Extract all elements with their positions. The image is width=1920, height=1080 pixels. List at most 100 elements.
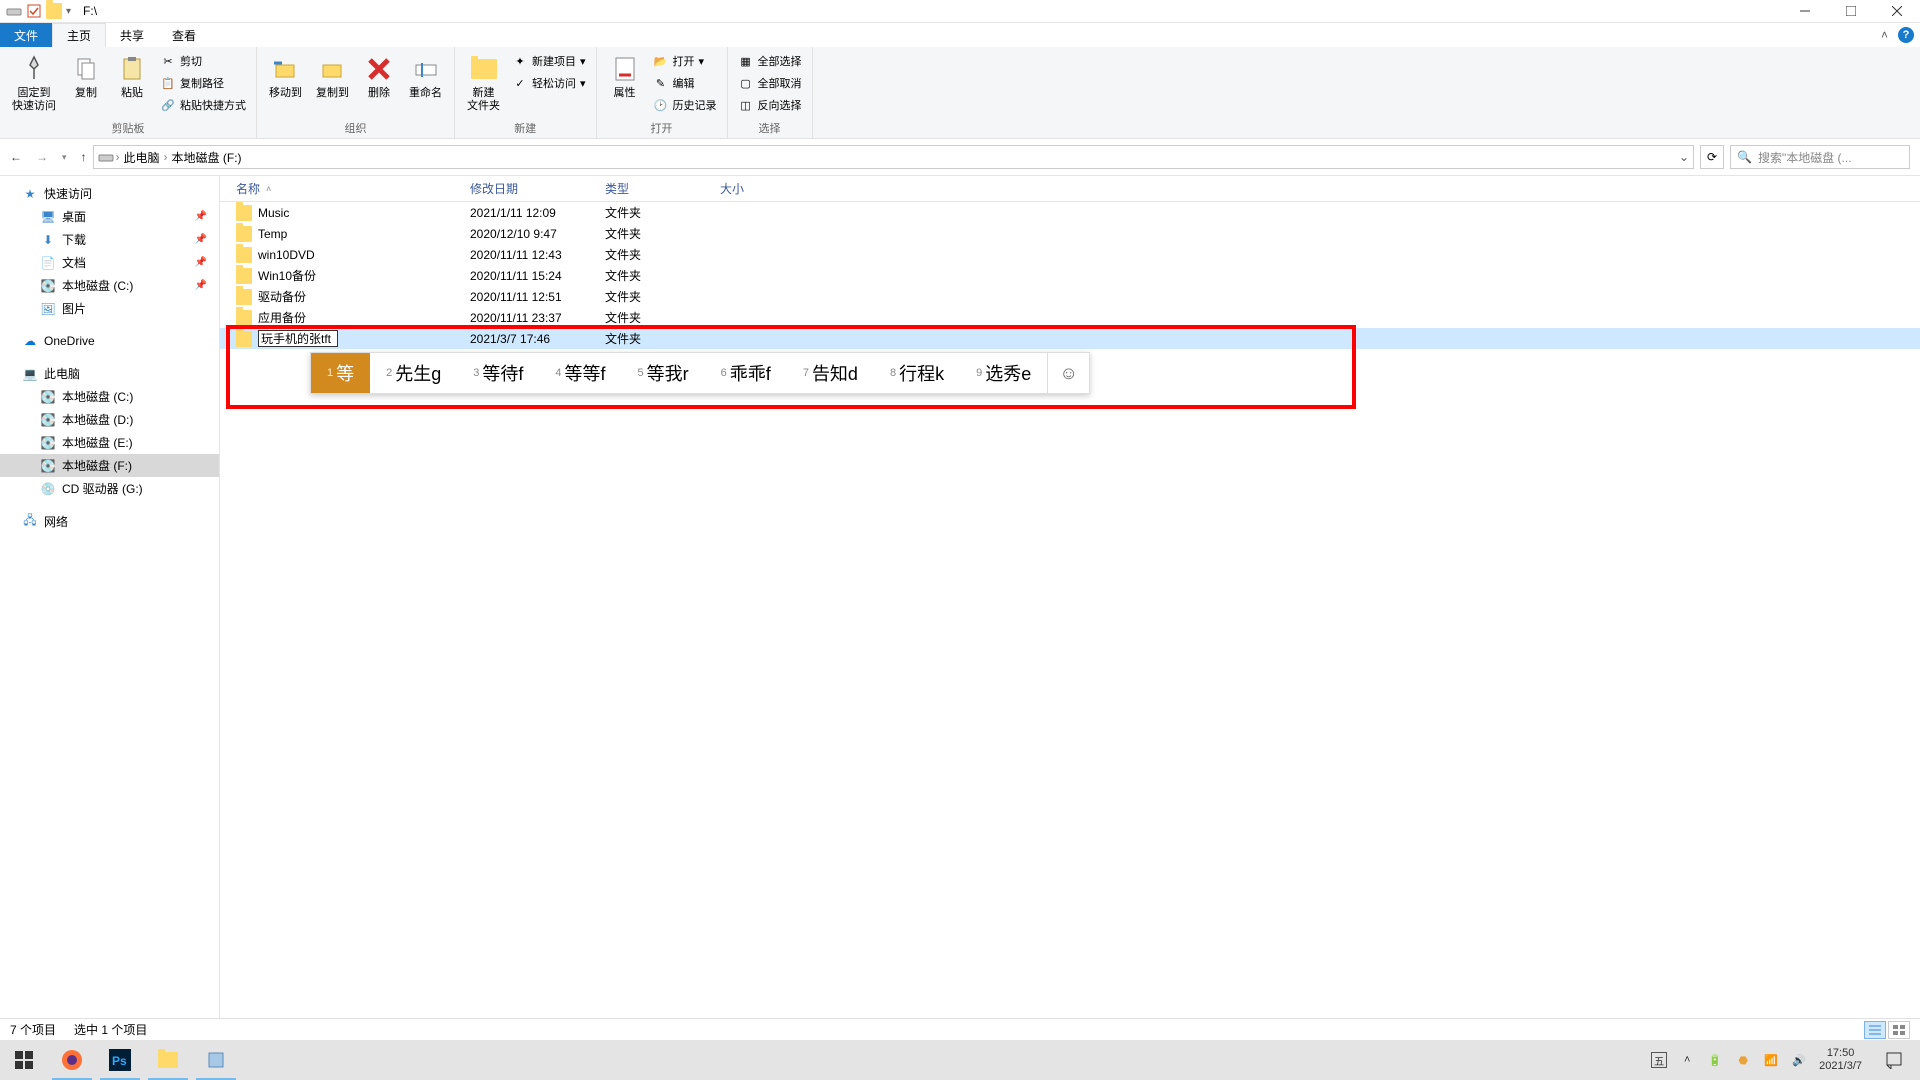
nav-thispc[interactable]: 💻此电脑 [0, 362, 219, 385]
moveto-button[interactable]: 移动到 [263, 49, 308, 104]
col-type-header[interactable]: 类型 [605, 180, 720, 197]
pin-quick-access-button[interactable]: 固定到 快速访问 [6, 49, 62, 117]
file-row[interactable]: Win10备份2020/11/11 15:24文件夹 [220, 265, 1920, 286]
ime-candidate-3[interactable]: 3等待f [457, 353, 539, 393]
tray-overflow-icon[interactable]: ˄ [1679, 1052, 1695, 1068]
copypath-icon: 📋 [160, 75, 176, 91]
rename-input[interactable] [258, 330, 338, 347]
ime-emoji-button[interactable]: ☺ [1047, 353, 1089, 393]
crumb-drive[interactable]: 本地磁盘 (F:) [170, 149, 244, 166]
minimize-button[interactable] [1782, 0, 1828, 23]
file-row-renaming[interactable]: 2021/3/7 17:46 文件夹 [220, 328, 1920, 349]
rename-button[interactable]: 重命名 [403, 49, 448, 104]
col-name-header[interactable]: 名称 [236, 180, 260, 197]
volume-icon[interactable]: 🔊 [1791, 1052, 1807, 1068]
nav-cd-drive[interactable]: 💿CD 驱动器 (G:) [0, 477, 219, 500]
chevron-right-icon[interactable]: › [162, 150, 170, 164]
tab-home[interactable]: 主页 [52, 23, 106, 47]
back-button[interactable]: ← [10, 150, 22, 164]
file-row[interactable]: win10DVD2020/11/11 12:43文件夹 [220, 244, 1920, 265]
search-input[interactable]: 🔍 搜索"本地磁盘 (... [1730, 145, 1910, 169]
clock[interactable]: 17:50 2021/3/7 [1819, 1047, 1862, 1073]
taskbar-explorer[interactable] [144, 1040, 192, 1080]
ime-candidate-8[interactable]: 8行程k [874, 353, 960, 393]
nav-pictures[interactable]: 🖼图片 [0, 297, 219, 320]
battery-icon[interactable]: 🔋 [1707, 1052, 1723, 1068]
history-button[interactable]: 🕑历史记录 [649, 95, 721, 115]
file-row[interactable]: Music2021/1/11 12:09文件夹 [220, 202, 1920, 223]
nav-drive-c-quick[interactable]: 💽本地磁盘 (C:)📌 [0, 274, 219, 297]
nav-downloads[interactable]: ⬇下载📌 [0, 228, 219, 251]
crumb-thispc[interactable]: 此电脑 [122, 149, 162, 166]
start-button[interactable] [0, 1040, 48, 1080]
taskbar-firefox[interactable] [48, 1040, 96, 1080]
paste-shortcut-button[interactable]: 🔗粘贴快捷方式 [156, 95, 250, 115]
nav-network[interactable]: 🖧网络 [0, 510, 219, 533]
recent-dropdown[interactable]: ▾ [62, 152, 67, 163]
taskbar-app[interactable] [192, 1040, 240, 1080]
nav-quick-access[interactable]: ★快速访问 [0, 182, 219, 205]
ime-candidate-2[interactable]: 2先生g [370, 353, 457, 393]
drive-icon [98, 149, 114, 165]
icons-view-button[interactable] [1888, 1021, 1910, 1039]
ime-candidate-9[interactable]: 9选秀e [960, 353, 1047, 393]
file-row[interactable]: 应用备份2020/11/11 23:37文件夹 [220, 307, 1920, 328]
paste-button[interactable]: 粘贴 [110, 49, 154, 104]
cut-button[interactable]: ✂剪切 [156, 51, 250, 71]
help-icon[interactable]: ? [1898, 27, 1914, 43]
nav-drive-d[interactable]: 💽本地磁盘 (D:) [0, 408, 219, 431]
ribbon-collapse-icon[interactable]: ˄ [1881, 28, 1888, 42]
copyto-button[interactable]: 复制到 [310, 49, 355, 104]
details-view-button[interactable] [1864, 1021, 1886, 1039]
ime-candidate-1[interactable]: 1等 [311, 353, 370, 393]
nav-drive-f[interactable]: 💽本地磁盘 (F:) [0, 454, 219, 477]
tab-view[interactable]: 查看 [158, 23, 210, 47]
wifi-icon[interactable]: 📶 [1763, 1052, 1779, 1068]
breadcrumb[interactable]: › 此电脑 › 本地磁盘 (F:) ⌄ [93, 145, 1694, 169]
tab-file[interactable]: 文件 [0, 23, 52, 47]
copy-path-button[interactable]: 📋复制路径 [156, 73, 250, 93]
tab-share[interactable]: 共享 [106, 23, 158, 47]
newfolder-button[interactable]: 新建 文件夹 [461, 49, 506, 117]
copy-button[interactable]: 复制 [64, 49, 108, 104]
forward-button[interactable]: → [36, 150, 48, 164]
quick-access-toolbar: ▾ F:\ [0, 3, 97, 19]
notifications-button[interactable] [1874, 1040, 1914, 1080]
folder-qat-icon[interactable] [46, 3, 62, 19]
drive-icon [6, 3, 22, 19]
ime-candidate-7[interactable]: 7告知d [787, 353, 874, 393]
easyaccess-button[interactable]: ✓轻松访问 ▾ [508, 73, 590, 93]
chevron-right-icon[interactable]: › [114, 150, 122, 164]
open-button[interactable]: 📂打开 ▾ [649, 51, 721, 71]
file-row[interactable]: Temp2020/12/10 9:47文件夹 [220, 223, 1920, 244]
file-row[interactable]: 驱动备份2020/11/11 12:51文件夹 [220, 286, 1920, 307]
up-button[interactable]: ↑ [81, 150, 87, 164]
properties-button[interactable]: 属性 [603, 49, 647, 104]
close-button[interactable] [1874, 0, 1920, 23]
ime-candidate-4[interactable]: 4等等f [539, 353, 621, 393]
newitem-button[interactable]: ✦新建项目 ▾ [508, 51, 590, 71]
column-headers[interactable]: 名称˄ 修改日期 类型 大小 [220, 176, 1920, 202]
properties-qat-icon[interactable] [26, 3, 42, 19]
nav-documents[interactable]: 📄文档📌 [0, 251, 219, 274]
refresh-button[interactable]: ⟳ [1700, 145, 1724, 169]
col-size-header[interactable]: 大小 [720, 180, 800, 197]
ime-indicator[interactable]: 五 [1651, 1052, 1667, 1068]
maximize-button[interactable] [1828, 0, 1874, 23]
qat-dropdown-icon[interactable]: ▾ [66, 6, 71, 17]
delete-button[interactable]: 删除 [357, 49, 401, 104]
selectnone-button[interactable]: ▢全部取消 [734, 73, 806, 93]
address-dropdown-icon[interactable]: ⌄ [1679, 150, 1689, 164]
invertselect-button[interactable]: ◫反向选择 [734, 95, 806, 115]
edit-button[interactable]: ✎编辑 [649, 73, 721, 93]
nav-onedrive[interactable]: ☁OneDrive [0, 330, 219, 352]
nav-desktop[interactable]: 🖥桌面📌 [0, 205, 219, 228]
ime-candidate-6[interactable]: 6乖乖f [705, 353, 787, 393]
nav-drive-c[interactable]: 💽本地磁盘 (C:) [0, 385, 219, 408]
nav-drive-e[interactable]: 💽本地磁盘 (E:) [0, 431, 219, 454]
ime-candidate-5[interactable]: 5等我r [622, 353, 705, 393]
selectall-button[interactable]: ▦全部选择 [734, 51, 806, 71]
security-icon[interactable]: ⬣ [1735, 1052, 1751, 1068]
col-date-header[interactable]: 修改日期 [470, 180, 605, 197]
taskbar-photoshop[interactable]: Ps [96, 1040, 144, 1080]
